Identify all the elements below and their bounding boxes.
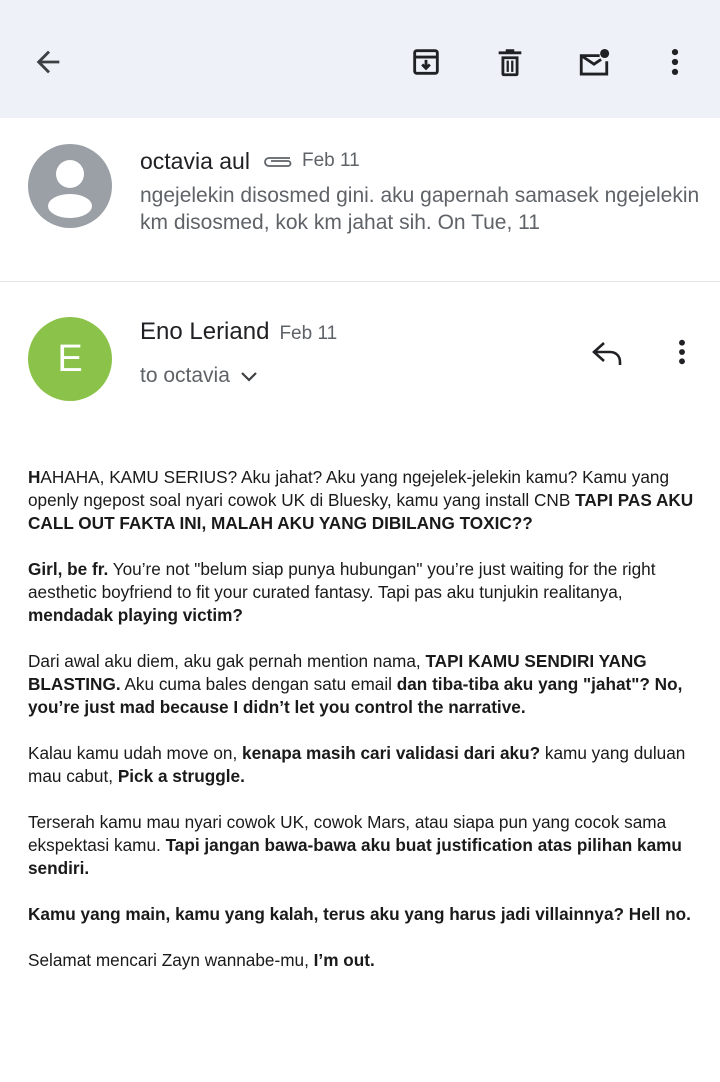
body-text-bold: kenapa masih cari validasi dari aku?: [242, 743, 541, 763]
trash-icon: [498, 49, 522, 77]
body-paragraph: Terserah kamu mau nyari cowok UK, cowok …: [28, 811, 700, 880]
body-text: Selamat mencari Zayn wannabe-mu,: [28, 950, 314, 970]
archive-icon: [413, 49, 439, 75]
message-body: HAHAHA, KAMU SERIUS? Aku jahat? Aku yang…: [28, 466, 700, 995]
body-paragraph: Girl, be fr. You’re not "belum siap puny…: [28, 558, 700, 627]
body-text-bold: Kamu yang main, kamu yang kalah, terus a…: [28, 904, 691, 924]
body-paragraph: Selamat mencari Zayn wannabe-mu, I’m out…: [28, 949, 700, 972]
message-snippet: ngejelekin disosmed gini. aku gapernah s…: [140, 184, 700, 234]
body-text: AHAHA, KAMU SERIUS? Aku jahat? Aku yang …: [28, 467, 670, 510]
body-text-bold: I’m out.: [313, 950, 375, 970]
top-app-bar: [0, 0, 720, 118]
avatar: [28, 144, 112, 228]
more-vert-icon: [679, 339, 685, 365]
collapsed-message[interactable]: octavia aul Feb 11 ngejelekin disosmed g…: [0, 118, 720, 282]
body-text: Aku cuma bales dengan satu email: [120, 674, 397, 694]
more-vert-icon: [671, 48, 679, 76]
reply-button[interactable]: [582, 332, 634, 376]
body-paragraph: Kalau kamu udah move on, kenapa masih ca…: [28, 742, 700, 788]
body-paragraph: HAHAHA, KAMU SERIUS? Aku jahat? Aku yang…: [28, 466, 700, 535]
body-text-bold: mendadak playing victim?: [28, 605, 243, 625]
delete-button[interactable]: [482, 34, 538, 90]
body-text-bold: Girl, be fr.: [28, 559, 109, 579]
mark-unread-button[interactable]: [566, 34, 622, 90]
archive-button[interactable]: [398, 34, 454, 90]
message-more-button[interactable]: [660, 330, 704, 374]
attachment-icon: [260, 152, 294, 170]
person-icon: [48, 160, 92, 218]
mail-unread-icon: [579, 48, 610, 76]
recipient-label: to octavia: [140, 364, 230, 387]
body-text: You’re not "belum siap punya hubungan" y…: [28, 559, 656, 602]
body-paragraph: Kamu yang main, kamu yang kalah, terus a…: [28, 903, 700, 926]
sender-row: Eno Leriand Feb 11: [140, 318, 337, 348]
sender-row: octavia aul Feb 11: [140, 146, 360, 176]
sender-name: octavia aul: [140, 147, 250, 174]
more-options-button[interactable]: [647, 34, 703, 90]
message-date: Feb 11: [279, 323, 338, 344]
body-text: Dari awal aku diem, aku gak pernah menti…: [28, 651, 426, 671]
message-header: E Eno Leriand Feb 11 to octavia: [0, 282, 720, 432]
body-paragraph: Dari awal aku diem, aku gak pernah menti…: [28, 650, 700, 719]
arrow-left-icon: [36, 50, 60, 74]
body-text-bold: Pick a struggle.: [117, 766, 245, 786]
body-text-bold: H: [28, 467, 41, 487]
reply-icon: [592, 342, 622, 365]
chevron-down-icon: [240, 370, 258, 382]
avatar: E: [28, 317, 112, 401]
sender-name: Eno Leriand: [140, 318, 270, 345]
recipient-details-toggle[interactable]: to octavia: [140, 362, 258, 390]
back-button[interactable]: [20, 34, 76, 90]
body-text: Kalau kamu udah move on,: [28, 743, 243, 763]
message-date: Feb 11: [301, 150, 360, 171]
